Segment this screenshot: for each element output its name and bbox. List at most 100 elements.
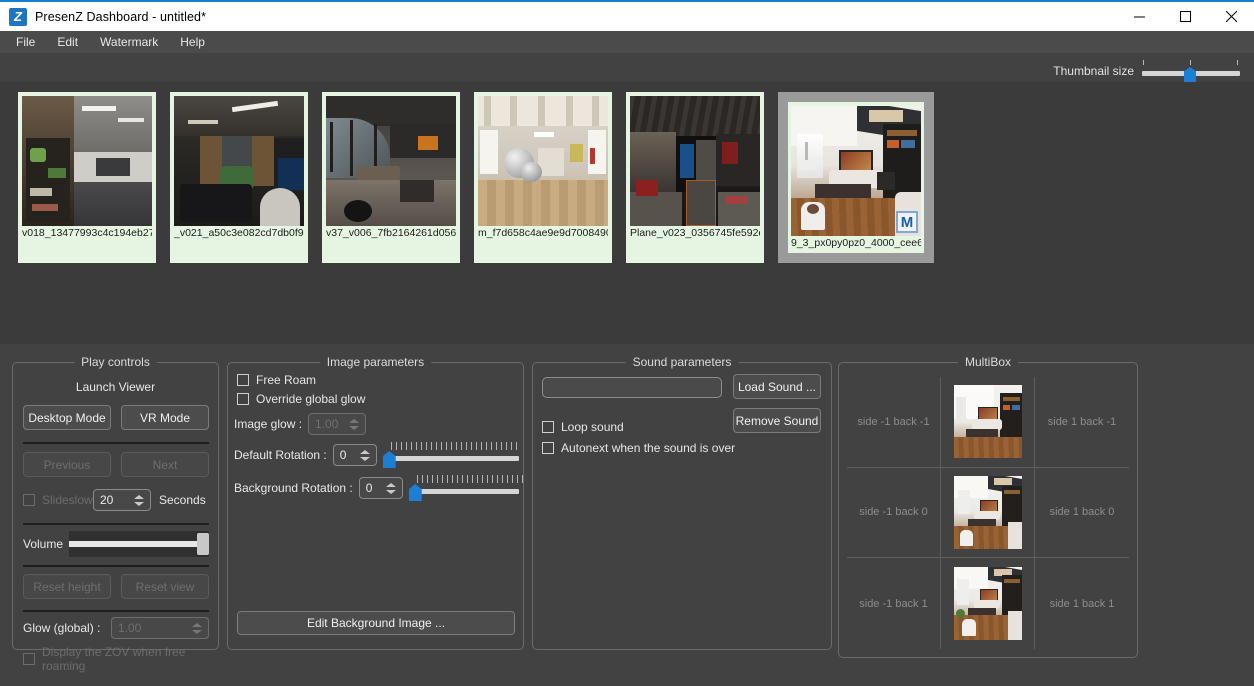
stepper-arrows-icon[interactable] <box>134 491 145 509</box>
stepper-arrows-icon[interactable] <box>359 446 371 464</box>
thumbnail-image <box>326 96 456 226</box>
reset-height-button[interactable]: Reset height <box>23 574 111 599</box>
reset-view-button[interactable]: Reset view <box>121 574 209 599</box>
image-glow-stepper[interactable]: 1.00 <box>308 413 367 435</box>
menu-item-file[interactable]: File <box>6 32 45 52</box>
window-controls <box>1116 2 1254 31</box>
multibox-title: MultiBox <box>957 355 1019 369</box>
thumbnail-caption: v37_v006_7fb2164261d056416 <box>326 227 456 239</box>
background-rotation-stepper[interactable]: 0 <box>358 477 403 499</box>
title-bar: Z PresenZ Dashboard - untitled* <box>0 0 1254 31</box>
glow-global-stepper[interactable]: 1.00 <box>111 617 209 639</box>
sound-path-input[interactable] <box>542 377 722 398</box>
previous-button[interactable]: Previous <box>23 452 111 477</box>
remove-sound-button[interactable]: Remove Sound <box>733 408 821 433</box>
next-button[interactable]: Next <box>121 452 209 477</box>
slider-track <box>390 456 519 461</box>
slider-track <box>416 489 519 494</box>
autonext-checkbox[interactable]: Autonext when the sound is over <box>542 441 735 455</box>
menu-item-help[interactable]: Help <box>170 32 215 52</box>
stepper-arrows-icon[interactable] <box>349 415 360 433</box>
thumbnail-caption: _v021_a50c3e082cd7db0f9458 <box>174 227 304 239</box>
thumbnail-size-ticks <box>1142 60 1240 66</box>
background-rotation-slider[interactable] <box>408 475 523 501</box>
play-controls-panel: Play controls Launch Viewer Desktop Mode… <box>12 355 219 673</box>
slider-handle[interactable] <box>382 451 396 468</box>
default-rotation-slider[interactable] <box>382 442 519 468</box>
slider-ticks <box>390 442 519 450</box>
free-roam-label: Free Roam <box>256 373 317 387</box>
edit-background-image-button[interactable]: Edit Background Image ... <box>237 611 515 635</box>
thumbnail-item[interactable]: v018_13477993c4c194eb2751 <box>18 92 156 263</box>
override-global-glow-label: Override global glow <box>256 392 366 406</box>
slideshow-label: Slideslow <box>42 493 93 507</box>
thumbnail-image <box>22 96 152 226</box>
checkbox-box <box>23 653 35 665</box>
sound-parameters-title: Sound parameters <box>625 355 739 369</box>
slider-handle[interactable] <box>408 484 422 501</box>
thumbnail-strip: v018_13477993c4c194eb2751 _v021_a50c3e08… <box>0 82 1254 344</box>
menu-bar: File Edit Watermark Help <box>0 31 1254 53</box>
load-sound-button[interactable]: Load Sound ... <box>733 374 821 399</box>
multibox-cell-label: side 1 back 0 <box>1049 506 1115 519</box>
checkbox-box <box>237 393 249 405</box>
launch-viewer-label: Launch Viewer <box>75 380 156 394</box>
multibox-cell[interactable]: side 1 back 0 <box>1035 468 1129 559</box>
multibox-thumbnail <box>953 475 1022 549</box>
display-zov-checkbox[interactable]: Display the ZOV when free roaming <box>23 645 218 673</box>
multibox-cell-center-top[interactable] <box>941 377 1035 468</box>
autonext-label: Autonext when the sound is over <box>561 441 736 455</box>
stepper-arrows-icon[interactable] <box>192 619 203 637</box>
thumbnail-item[interactable]: m_f7d658c4ae9e9d7008490ec <box>474 92 612 263</box>
desktop-mode-button[interactable]: Desktop Mode <box>23 405 111 430</box>
multibox-cell-label: side 1 back 1 <box>1049 597 1115 610</box>
multibox-cell-center-middle[interactable] <box>941 467 1035 559</box>
slider-ticks <box>416 475 523 483</box>
multibox-cell[interactable]: side 1 back 1 <box>1035 558 1129 649</box>
slideshow-checkbox[interactable]: Slideslow <box>23 493 93 507</box>
thumbnail-item[interactable]: v37_v006_7fb2164261d056416 <box>322 92 460 263</box>
default-rotation-label: Default Rotation : <box>234 448 327 462</box>
multibox-cell[interactable]: side -1 back 0 <box>847 467 941 559</box>
close-icon[interactable] <box>1208 2 1254 31</box>
menu-item-watermark[interactable]: Watermark <box>90 32 168 52</box>
thumbnail-image <box>478 96 608 226</box>
maximize-icon[interactable] <box>1162 2 1208 31</box>
display-zov-label: Display the ZOV when free roaming <box>42 645 186 673</box>
play-controls-title: Play controls <box>74 355 157 369</box>
image-glow-label: Image glow : <box>234 417 303 431</box>
volume-slider[interactable] <box>69 531 209 557</box>
multibox-cell-label: side 1 back -1 <box>1047 415 1117 428</box>
app-logo-icon: Z <box>9 7 27 26</box>
thumbnail-size-label: Thumbnail size <box>1053 64 1134 78</box>
minimize-icon[interactable] <box>1116 2 1162 31</box>
image-parameters-title: Image parameters <box>319 355 432 369</box>
slideshow-seconds-value: 20 <box>100 493 114 507</box>
multibox-thumbnail <box>953 385 1022 459</box>
thumbnail-image: M <box>791 106 921 236</box>
multibox-cell[interactable]: side 1 back -1 <box>1035 377 1129 468</box>
thumbnail-size-handle[interactable] <box>1184 67 1196 82</box>
volume-handle[interactable] <box>197 533 209 555</box>
override-global-glow-checkbox[interactable]: Override global glow <box>237 392 365 406</box>
thumbnail-item-selected[interactable]: M 9_3_px0py0pz0_4000_cee6ffa <box>778 92 934 263</box>
multibox-badge: M <box>896 211 918 233</box>
free-roam-checkbox[interactable]: Free Roam <box>237 373 316 387</box>
thumbnail-item[interactable]: _v021_a50c3e082cd7db0f9458 <box>170 92 308 263</box>
slideshow-seconds-stepper[interactable]: 20 <box>93 489 151 511</box>
divider <box>23 610 209 612</box>
app-logo-glyph: Z <box>14 9 22 24</box>
glow-global-label: Glow (global) : <box>23 621 101 635</box>
menu-item-edit[interactable]: Edit <box>47 32 88 52</box>
checkbox-box <box>23 494 35 506</box>
vr-mode-button[interactable]: VR Mode <box>121 405 209 430</box>
default-rotation-stepper[interactable]: 0 <box>332 444 377 466</box>
checkbox-box <box>542 442 554 454</box>
thumbnail-item[interactable]: Plane_v023_0356745fe592d338 <box>626 92 764 263</box>
loop-sound-checkbox[interactable]: Loop sound <box>542 420 624 434</box>
stepper-arrows-icon[interactable] <box>385 479 397 497</box>
thumbnail-size-slider[interactable] <box>1142 60 1240 82</box>
multibox-cell-center-bottom[interactable] <box>941 558 1035 649</box>
multibox-cell[interactable]: side -1 back -1 <box>847 377 941 468</box>
multibox-cell[interactable]: side -1 back 1 <box>847 558 941 649</box>
